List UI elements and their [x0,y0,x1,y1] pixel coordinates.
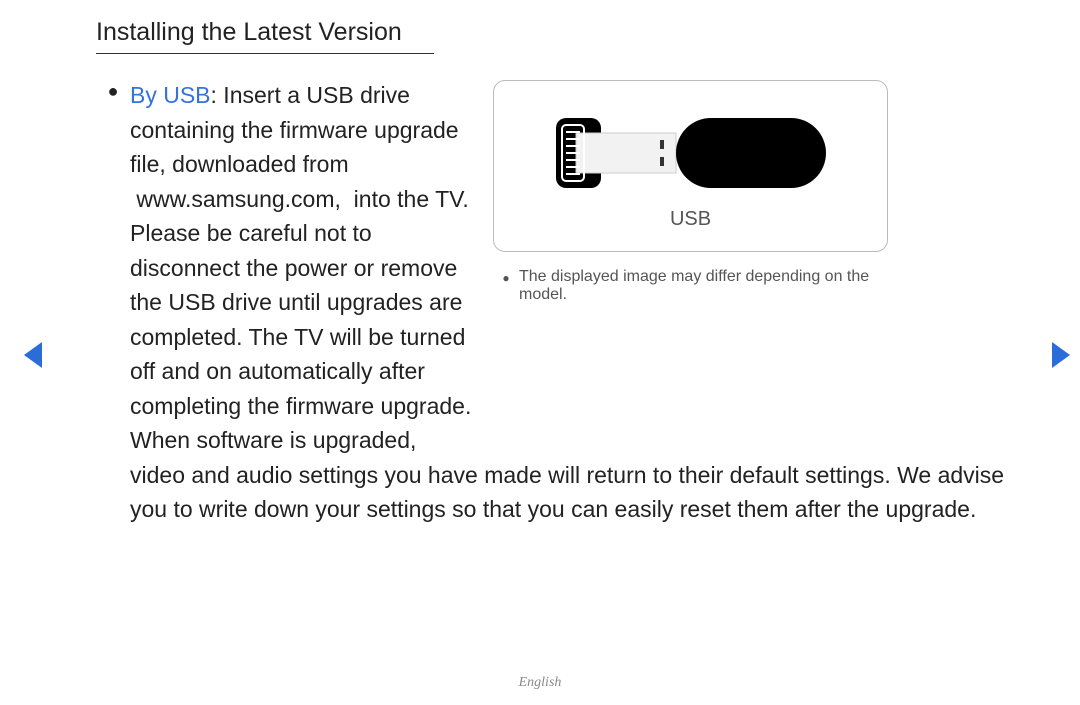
method-label: By USB [130,82,211,108]
body-text-pre: : Insert a USB drive containing the firm… [130,82,471,453]
usb-caption: USB [670,208,711,231]
page-title: Installing the Latest Version [96,18,434,54]
usb-illustration-box: USB [493,80,888,252]
image-note: ● The displayed image may differ dependi… [493,268,888,304]
image-column: USB ● The displayed image may differ dep… [493,78,888,458]
image-note-text: The displayed image may differ depending… [519,268,888,304]
text-column: ● By USB: Insert a USB drive containing … [96,78,481,458]
bullet-dot-icon: ● [96,78,130,458]
bullet-item: ● By USB: Insert a USB drive containing … [96,78,481,458]
footer-language: English [0,675,1080,691]
usb-drive-icon [546,108,836,198]
note-bullet-icon: ● [493,268,519,304]
nav-prev-icon[interactable] [20,340,46,375]
content-row: ● By USB: Insert a USB drive containing … [96,78,1020,458]
body-text-full: video and audio settings you have made w… [130,458,1020,527]
body-text-narrow: By USB: Insert a USB drive containing th… [130,78,481,458]
nav-next-icon[interactable] [1048,340,1074,375]
